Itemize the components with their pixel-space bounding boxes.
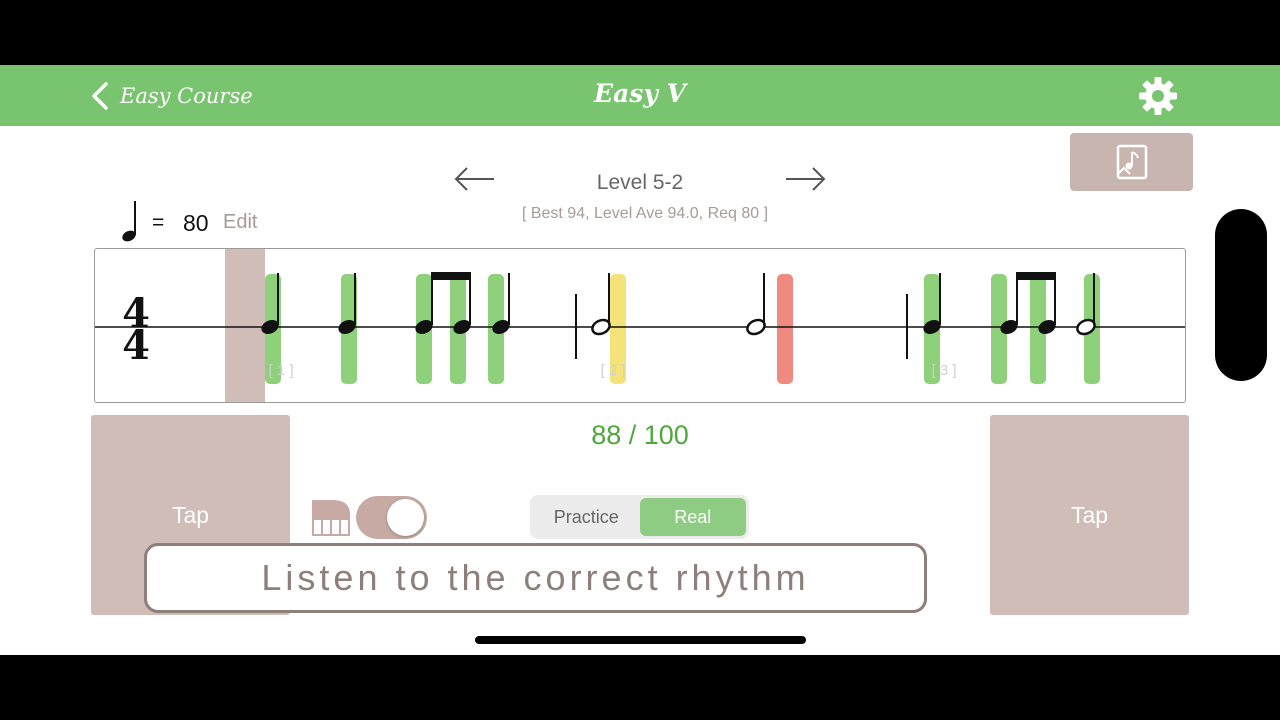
chevron-left-icon: [92, 82, 108, 110]
gear-icon: [1139, 77, 1177, 115]
piano-sound-toggle[interactable]: [356, 496, 427, 539]
quarter-note-icon: [122, 201, 136, 242]
half-note: [591, 273, 611, 336]
measure-label: [ 1 ]: [268, 362, 293, 379]
sheet-music-button[interactable]: [1070, 133, 1193, 191]
rhythm-staff: 4 4 [1] [2] [3]: [94, 248, 1186, 403]
time-signature-bottom: 4: [122, 322, 150, 369]
home-indicator[interactable]: [475, 636, 806, 644]
next-level-button[interactable]: [783, 165, 827, 193]
mode-practice-button[interactable]: Practice: [533, 498, 640, 536]
measure-label: [ 2 ]: [600, 362, 625, 379]
miss-marker: [777, 274, 793, 384]
back-button[interactable]: Easy Course: [90, 79, 253, 113]
tap-label: Tap: [171, 501, 210, 528]
settings-button[interactable]: [1138, 76, 1178, 116]
tempo-bpm: 80: [183, 210, 209, 236]
instruction-banner: Listen to the correct rhythm: [144, 543, 927, 613]
side-pill-overlay: [1215, 209, 1267, 381]
measure-label: [ 3 ]: [931, 362, 956, 379]
timing-markers: [265, 274, 1100, 384]
half-note: [746, 273, 766, 336]
tap-pad-right[interactable]: Tap: [990, 415, 1189, 615]
level-title: Level 5-2: [596, 171, 684, 194]
level-stats: [ Best 94, Level Ave 94.0, Req 80 ]: [521, 205, 769, 222]
previous-level-button[interactable]: [453, 165, 497, 193]
page-title: Easy V: [594, 79, 686, 108]
playback-cursor: [225, 249, 265, 402]
tempo-edit-button[interactable]: Edit: [223, 211, 257, 234]
navbar: Easy Course Easy V: [0, 65, 1280, 126]
mode-real-button[interactable]: Real: [639, 498, 746, 536]
tempo-equals: =: [152, 211, 165, 234]
toggle-knob: [387, 499, 424, 536]
arrow-left-icon: [454, 167, 494, 191]
mode-selector: Practice Real: [530, 495, 749, 539]
score-display: 88 / 100: [591, 420, 689, 450]
music-sheet-icon: [1116, 144, 1147, 180]
piano-icon: [312, 500, 350, 536]
back-label: Easy Course: [120, 84, 253, 108]
tap-label: Tap: [1070, 501, 1109, 528]
app-screen: Easy Course Easy V Level 5-2 [Best 94, …: [0, 65, 1280, 655]
arrow-right-icon: [786, 167, 826, 191]
